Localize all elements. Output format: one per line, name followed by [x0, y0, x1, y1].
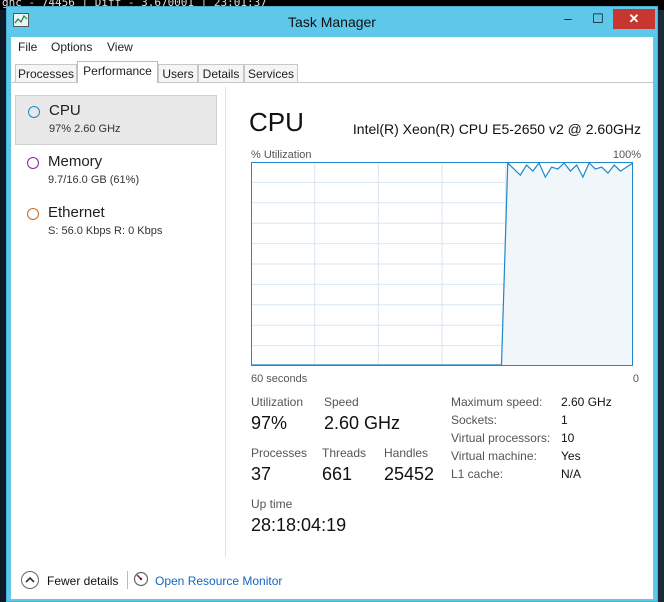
tab-performance[interactable]: Performance: [77, 61, 158, 83]
tab-services[interactable]: Services: [244, 64, 298, 82]
tab-processes[interactable]: Processes: [15, 64, 77, 82]
spec-sockets-value: 1: [561, 413, 568, 427]
tab-details[interactable]: Details: [198, 64, 244, 82]
menu-bar: File Options View: [11, 37, 653, 57]
graph-x-left-label: 60 seconds: [251, 373, 308, 385]
threads-value: 661: [322, 464, 353, 484]
handles-value: 25452: [384, 464, 435, 484]
tab-users[interactable]: Users: [158, 64, 198, 82]
threads-label: Threads: [322, 446, 367, 460]
graph-x-right-label: 0: [632, 373, 639, 385]
uptime-label: Up time: [251, 497, 293, 511]
speed-value: 2.60 GHz: [324, 413, 401, 433]
maximize-button[interactable]: ☐: [585, 9, 611, 29]
processes-label: Processes: [251, 446, 308, 460]
spec-l1-cache-label: L1 cache:: [451, 467, 504, 481]
spec-virtual-machine-label: Virtual machine:: [451, 449, 537, 463]
sidebar-item-ethernet[interactable]: Ethernet S: 56.0 Kbps R: 0 Kbps: [15, 198, 217, 248]
memory-indicator-icon: [27, 157, 39, 169]
cpu-indicator-icon: [28, 106, 40, 118]
close-button[interactable]: ✕: [613, 9, 655, 29]
spec-sockets-label: Sockets:: [451, 413, 498, 427]
utilization-label: Utilization: [251, 395, 304, 409]
utilization-value: 97%: [251, 413, 288, 433]
sidebar-divider: [225, 87, 226, 557]
tab-strip: Processes Performance Users Details Serv…: [11, 61, 653, 83]
task-manager-window: Task Manager – ☐ ✕ File Options View Pro…: [6, 6, 658, 602]
menu-options[interactable]: Options: [51, 40, 92, 54]
menu-view[interactable]: View: [107, 40, 133, 54]
spec-virtual-processors-value: 10: [561, 431, 575, 445]
spec-l1-cache-value: N/A: [561, 467, 582, 481]
cpu-model: Intel(R) Xeon(R) CPU E5-2650 v2 @ 2.60GH…: [352, 121, 641, 137]
sidebar-item-memory[interactable]: Memory 9.7/16.0 GB (61%): [15, 147, 217, 197]
uptime-value: 28:18:04:19: [251, 515, 347, 535]
open-resource-monitor-link[interactable]: Open Resource Monitor: [155, 574, 282, 588]
processes-value: 37: [251, 464, 272, 484]
footer-separator: [127, 571, 128, 589]
sidebar-item-detail: S: 56.0 Kbps R: 0 Kbps: [48, 225, 163, 237]
graph-y-max-label: 100%: [612, 149, 641, 161]
spec-virtual-processors-label: Virtual processors:: [451, 431, 551, 445]
graph-y-label: % Utilization: [251, 149, 312, 161]
resource-monitor-icon: [133, 571, 149, 587]
footer-bar: Fewer details Open Resource Monitor: [11, 559, 653, 599]
cpu-detail-panel: CPU Intel(R) Xeon(R) CPU E5-2650 v2 @ 2.…: [231, 87, 651, 557]
fewer-details-link[interactable]: Fewer details: [47, 574, 118, 588]
page-title: CPU: [249, 107, 304, 137]
handles-label: Handles: [384, 446, 429, 460]
client-area: File Options View Processes Performance …: [11, 37, 653, 599]
resource-sidebar: CPU 97% 2.60 GHz Memory 9.7/16.0 GB (61%…: [11, 87, 221, 557]
spec-max-speed-label: Maximum speed:: [451, 395, 543, 409]
sidebar-item-label: CPU: [49, 102, 81, 119]
minimize-button[interactable]: –: [555, 9, 581, 29]
sidebar-item-label: Memory: [48, 153, 103, 170]
spec-max-speed-value: 2.60 GHz: [561, 395, 612, 409]
menu-file[interactable]: File: [18, 40, 37, 54]
sidebar-item-detail: 97% 2.60 GHz: [49, 123, 121, 135]
fewer-details-button[interactable]: [21, 571, 39, 589]
sidebar-item-detail: 9.7/16.0 GB (61%): [48, 174, 140, 186]
sidebar-item-label: Ethernet: [48, 204, 105, 221]
chevron-up-icon: [25, 576, 35, 583]
speed-label: Speed: [324, 395, 359, 409]
sidebar-item-cpu[interactable]: CPU 97% 2.60 GHz: [15, 95, 217, 145]
ethernet-indicator-icon: [27, 208, 39, 220]
cpu-utilization-graph: [251, 162, 633, 366]
utilization-area: [501, 163, 633, 366]
spec-virtual-machine-value: Yes: [561, 449, 581, 463]
title-bar[interactable]: Task Manager – ☐ ✕: [7, 7, 657, 37]
